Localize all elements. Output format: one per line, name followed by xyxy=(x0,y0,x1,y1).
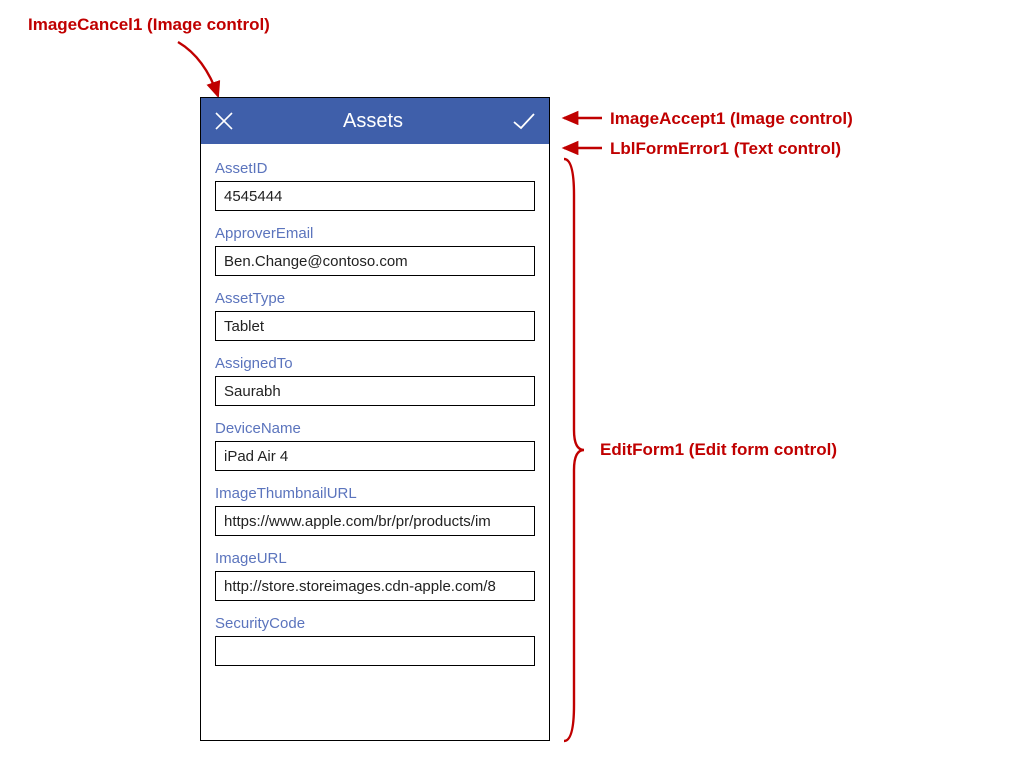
edit-form: AssetID ApproverEmail AssetType Assigned… xyxy=(201,150,549,740)
field-label: AssetType xyxy=(215,290,535,307)
callout-error: LblFormError1 (Text control) xyxy=(610,139,841,159)
page-title: Assets xyxy=(343,110,403,133)
field-label: AssignedTo xyxy=(215,355,535,372)
datacard-devicename: DeviceName xyxy=(215,420,535,471)
callout-cancel: ImageCancel1 (Image control) xyxy=(28,15,270,35)
field-label: ApproverEmail xyxy=(215,225,535,242)
datacard-imageurl: ImageURL xyxy=(215,550,535,601)
imageurl-field[interactable] xyxy=(215,571,535,601)
app-screen: Assets AssetID ApproverEmail AssetType A… xyxy=(200,97,550,741)
datacard-imagethumbnailurl: ImageThumbnailURL xyxy=(215,485,535,536)
datacard-approveremail: ApproverEmail xyxy=(215,225,535,276)
assignedto-field[interactable] xyxy=(215,376,535,406)
callout-accept: ImageAccept1 (Image control) xyxy=(610,109,853,129)
accept-icon[interactable] xyxy=(511,110,537,132)
approveremail-field[interactable] xyxy=(215,246,535,276)
datacard-assetid: AssetID xyxy=(215,160,535,211)
field-label: AssetID xyxy=(215,160,535,177)
datacard-assettype: AssetType xyxy=(215,290,535,341)
field-label: DeviceName xyxy=(215,420,535,437)
title-bar: Assets xyxy=(201,98,549,144)
datacard-securitycode: SecurityCode xyxy=(215,615,535,666)
datacard-assignedto: AssignedTo xyxy=(215,355,535,406)
curly-brace xyxy=(558,155,588,745)
arrow-to-accept xyxy=(558,108,606,128)
imagethumbnailurl-field[interactable] xyxy=(215,506,535,536)
devicename-field[interactable] xyxy=(215,441,535,471)
arrow-to-cancel xyxy=(170,38,230,104)
assetid-field[interactable] xyxy=(215,181,535,211)
field-label: ImageURL xyxy=(215,550,535,567)
field-label: ImageThumbnailURL xyxy=(215,485,535,502)
field-label: SecurityCode xyxy=(215,615,535,632)
assettype-field[interactable] xyxy=(215,311,535,341)
cancel-icon[interactable] xyxy=(213,110,235,132)
callout-form: EditForm1 (Edit form control) xyxy=(600,440,837,460)
securitycode-field[interactable] xyxy=(215,636,535,666)
